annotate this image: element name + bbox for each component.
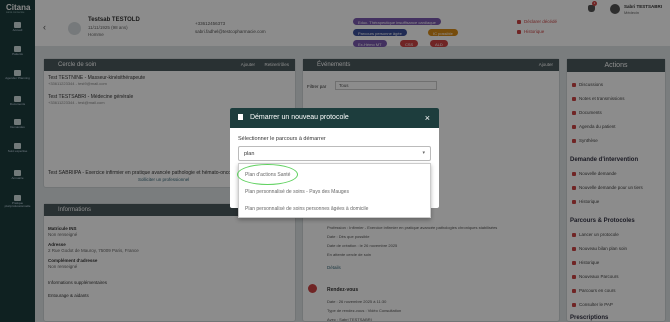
modal-header: Démarrer un nouveau protocole: [230, 108, 439, 128]
option-plan-soins-mauges[interactable]: Plan personnalisé de soins - Pays des Ma…: [245, 189, 349, 195]
chevron-down-icon: ▾: [422, 150, 425, 156]
protocol-select-label: Sélectionner le parcours à démarrer: [238, 136, 326, 142]
close-icon[interactable]: ×: [425, 113, 430, 123]
highlight-circle: [237, 164, 298, 185]
option-plan-soins-domicile[interactable]: Plan personnalisé de soins personnes âgé…: [245, 206, 368, 212]
document-icon: [238, 114, 243, 121]
protocol-search-input[interactable]: plan ▾: [238, 146, 431, 161]
modal-title: Démarrer un nouveau protocole: [249, 114, 349, 121]
